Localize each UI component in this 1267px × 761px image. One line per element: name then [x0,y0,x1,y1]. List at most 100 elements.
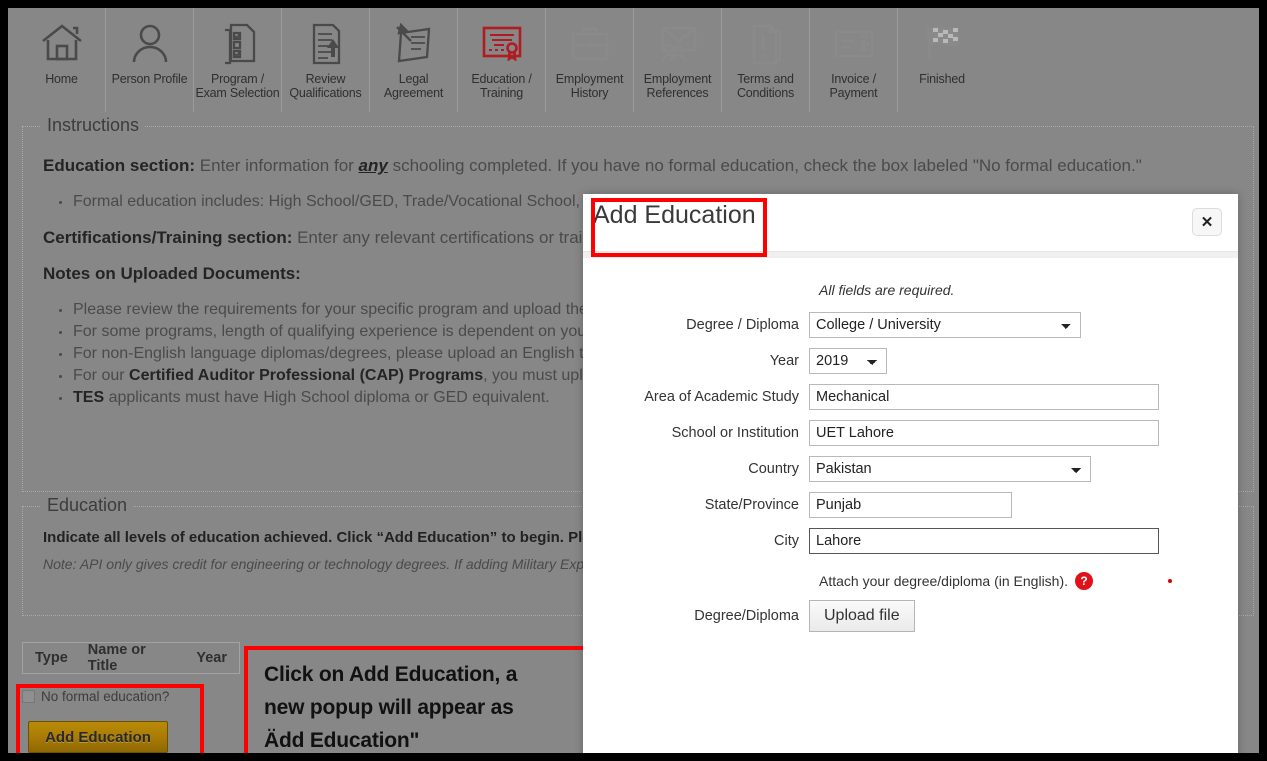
nav-item-employment-references[interactable]: Employment References [634,8,722,112]
no-formal-education-label: No formal education? [41,689,170,704]
nav-item-education-training[interactable]: Education / Training [458,8,546,112]
year-control: 2019 [809,348,1238,374]
nav-item-finished[interactable]: Finished [898,8,986,112]
modal-body: All fields are required. Degree / Diplom… [583,258,1238,632]
person-icon [127,14,173,72]
briefcase-icon [567,14,613,72]
note-bold: TES [73,389,105,406]
nav-label: Home [45,72,78,86]
state-province-control [809,492,1238,518]
nav-label: Education / Training [471,72,532,100]
field-row-city: City [583,528,1238,554]
documents-icon [303,14,349,72]
exclamation-doc-icon [743,14,789,72]
field-row-degree-diploma: Degree / Diploma College / University [583,312,1238,338]
nav-item-program-exam-selection[interactable]: Program / Exam Selection [194,8,282,112]
field-row-country: Country Pakistan [583,456,1238,482]
callout-line-3: Ädd Education" [264,729,420,752]
school-or-institution-label: School or Institution [671,425,799,441]
city-input[interactable] [809,528,1159,554]
country-control: Pakistan [809,456,1238,482]
nav-label: Invoice / Payment [829,72,878,100]
notes-heading-label: Notes on Uploaded Documents: [43,264,301,283]
degree-diploma-select[interactable]: College / University [809,312,1081,338]
attach-instruction-text: Attach your degree/diploma (in English). [819,573,1069,589]
area-of-academic-study-control [809,384,1238,410]
state-province-label: State/Province [704,497,799,513]
note-pre: For our [73,367,130,384]
school-or-institution-control [809,420,1238,446]
instructions-legend: Instructions [41,115,146,136]
checkered-flag-icon [919,14,965,72]
upload-file-button[interactable]: Upload file [809,600,915,632]
nav-item-invoice-payment[interactable]: Invoice / Payment [810,8,898,112]
education-table-header: Type Name or Title Year [22,642,240,674]
city-label: City [774,533,799,549]
nav-label: Terms and Conditions [736,72,795,100]
country-select[interactable]: Pakistan [809,456,1091,482]
education-section-label: Education section: [43,156,196,175]
nav-item-home[interactable]: Home [18,8,106,112]
school-or-institution-input[interactable] [809,420,1159,446]
required-marker-dot [1168,579,1173,583]
upload-control: Upload file [809,600,1238,632]
checklist-icon [215,14,261,72]
education-section-paragraph: Education section: Enter information for… [43,155,1233,177]
area-of-academic-study-input[interactable] [809,384,1159,410]
degree-diploma-control: College / University [809,312,1238,338]
signature-icon [391,14,437,72]
callout-line-1: Click on Add Education, a [264,663,518,686]
nav-item-legal-agreement[interactable]: Legal Agreement [370,8,458,112]
application-page: Home Person Profile Program / Exam Selec… [8,8,1259,753]
certificate-icon [479,14,525,72]
add-education-modal: Add Education ✕ All fields are required.… [583,194,1238,753]
required-fields-note: All fields are required. [819,282,955,298]
note-post: applicants must have High School diploma… [104,389,550,406]
nav-label: Legal Agreement [383,72,444,100]
education-section-emphasis: any [358,156,388,175]
field-row-area-of-academic-study: Area of Academic Study [583,384,1238,410]
nav-item-person-profile[interactable]: Person Profile [106,8,194,112]
help-icon[interactable]: ? [1075,572,1094,590]
check-payment-icon [831,14,877,72]
column-header-year: Year [196,650,227,666]
year-select[interactable]: 2019 [809,348,887,374]
state-province-input[interactable] [809,492,1012,518]
field-row-state-province: State/Province [583,492,1238,518]
field-row-upload: Degree/Diploma Upload file [583,600,1238,632]
nav-label: Program / Exam Selection [195,72,280,100]
add-education-button[interactable]: Add Education [28,721,168,753]
nav-label: Employment References [643,72,712,100]
year-label: Year [769,353,799,369]
education-section-text-a: Enter information for [195,156,359,175]
column-header-type: Type [35,650,68,666]
education-legend: Education [41,495,134,516]
field-row-year: Year 2019 [583,348,1238,374]
certifications-section-label: Certifications/Training section: [43,228,293,247]
nav-item-terms-and-conditions[interactable]: Terms and Conditions [722,8,810,112]
modal-header: Add Education ✕ [583,194,1238,257]
country-label: Country [748,461,799,477]
area-of-academic-study-label: Area of Academic Study [644,389,799,405]
education-section-text-b: schooling completed. If you have no form… [387,156,1142,175]
callout-line-2: new popup will appear as [264,696,514,719]
nav-label: Review Qualifications [289,72,362,100]
home-icon [39,14,85,72]
attach-instruction-row: Attach your degree/diploma (in English).… [583,572,1238,590]
no-formal-education-checkbox[interactable] [22,690,35,703]
degree-diploma-label: Degree / Diploma [686,317,799,333]
nav-label: Employment History [555,72,624,100]
annotation-callout: Click on Add Education, a new popup will… [244,646,593,753]
note-bold: Certified Auditor Professional (CAP) Pro… [129,367,484,384]
no-formal-education-row[interactable]: No formal education? [22,689,169,704]
close-icon[interactable]: ✕ [1192,208,1222,236]
nav-item-employment-history[interactable]: Employment History [546,8,634,112]
nav-label: Person Profile [111,72,188,86]
city-control [809,528,1238,554]
modal-title: Add Education [593,201,756,229]
upload-label: Degree/Diploma [694,608,799,624]
envelope-people-icon [655,14,701,72]
field-row-school-or-institution: School or Institution [583,420,1238,446]
column-header-name-or-title: Name or Title [87,642,146,674]
nav-item-review-qualifications[interactable]: Review Qualifications [282,8,370,112]
